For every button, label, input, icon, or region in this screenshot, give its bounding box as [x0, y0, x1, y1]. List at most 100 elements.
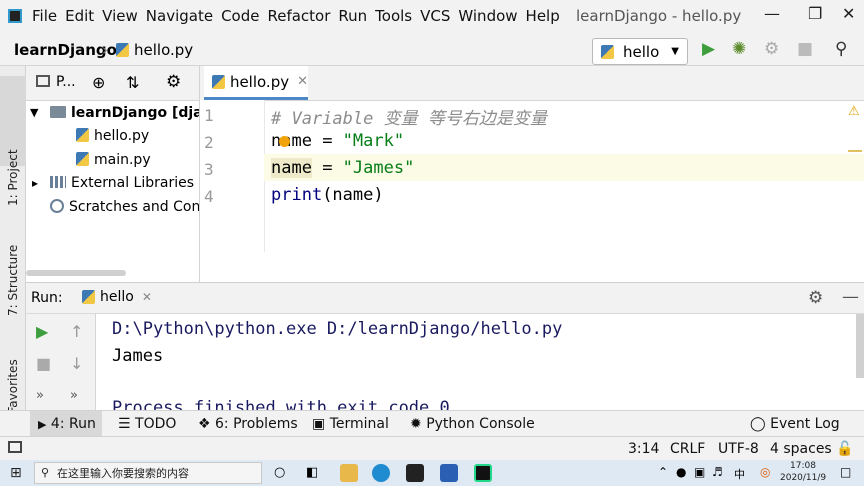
expand-arrow-icon[interactable]: ▼: [30, 106, 38, 119]
menu-edit[interactable]: Edit: [65, 7, 94, 25]
breadcrumb-file[interactable]: hello.py: [116, 41, 193, 59]
run-tab-hello[interactable]: hello ✕: [82, 289, 152, 305]
run-configuration-select[interactable]: hello ▼: [592, 38, 688, 65]
search-placeholder: 在这里输入你要搜索的内容: [57, 467, 189, 480]
scroll-up-icon[interactable]: ↑: [70, 322, 83, 341]
scratches-icon: [50, 199, 64, 213]
close-window-icon[interactable]: ✕: [842, 4, 855, 23]
more-actions-icon[interactable]: »: [70, 388, 78, 403]
hide-panel-icon[interactable]: —: [842, 287, 859, 307]
python-file-icon: [76, 128, 89, 142]
file-encoding[interactable]: UTF-8: [718, 441, 759, 457]
pycharm-taskbar-icon[interactable]: [474, 464, 492, 482]
warning-icon[interactable]: ⚠: [848, 104, 860, 119]
horizontal-scrollbar[interactable]: [26, 270, 126, 276]
tab-run[interactable]: ▶ 4: Run: [38, 416, 96, 432]
tree-item-project-root[interactable]: learnDjango [djang: [50, 105, 199, 121]
caret-position[interactable]: 3:14: [628, 441, 659, 457]
menu-refactor[interactable]: Refactor: [267, 7, 330, 25]
taskbar-search-input[interactable]: ⚲ 在这里输入你要搜索的内容: [34, 462, 262, 484]
line-separator[interactable]: CRLF: [670, 441, 705, 457]
tree-item-main-py[interactable]: main.py: [76, 152, 151, 168]
cortana-icon[interactable]: ○: [274, 465, 285, 480]
lock-icon[interactable]: 🔓: [836, 441, 853, 457]
code-line-3[interactable]: name = "James": [271, 158, 414, 178]
close-run-tab-icon[interactable]: ✕: [142, 290, 152, 304]
tray-chevron-icon[interactable]: ⌃: [658, 465, 668, 479]
python-icon: [82, 290, 95, 304]
console-scrollbar[interactable]: [856, 314, 864, 378]
pycharm-logo-icon: [8, 9, 22, 23]
menu-code[interactable]: Code: [221, 7, 259, 25]
project-tool-label[interactable]: 1: Project: [6, 149, 20, 206]
task-view-icon[interactable]: ◧: [306, 465, 318, 480]
tab-hello-py[interactable]: hello.py ✕: [204, 66, 308, 100]
tray-s-icon[interactable]: ◎: [760, 465, 770, 479]
code-line-4[interactable]: print(name): [271, 185, 384, 205]
menu-run[interactable]: Run: [338, 7, 367, 25]
menu-window[interactable]: Window: [458, 7, 517, 25]
ime-icon[interactable]: 中: [734, 466, 745, 482]
menu-file[interactable]: File: [32, 7, 57, 25]
debug-icon[interactable]: ✺: [732, 39, 746, 59]
code-line-2[interactable]: name = "Mark": [271, 131, 404, 151]
tab-problems[interactable]: ❖ 6: Problems: [198, 416, 298, 432]
tree-item-hello-py[interactable]: hello.py: [76, 128, 149, 144]
menu-vcs[interactable]: VCS: [420, 7, 450, 25]
project-view-select[interactable]: P...: [56, 74, 76, 90]
breadcrumb-separator-icon: ›: [102, 41, 108, 59]
code-line-1[interactable]: # Variable 变量 等号右边是变量: [271, 104, 547, 129]
taskbar-date[interactable]: 2020/11/9: [780, 473, 826, 483]
folder-icon: [50, 106, 66, 118]
tray-app-icon[interactable]: ●: [676, 465, 686, 479]
menu-help[interactable]: Help: [526, 7, 560, 25]
tab-event-log[interactable]: ◯ Event Log: [750, 416, 840, 432]
file-explorer-icon[interactable]: [340, 464, 358, 482]
intention-bulb-icon[interactable]: [279, 136, 290, 147]
recorder-app-icon[interactable]: [406, 464, 424, 482]
indent-setting[interactable]: 4 spaces: [770, 441, 832, 457]
close-tab-icon[interactable]: ✕: [297, 74, 308, 89]
run-icon[interactable]: ▶: [702, 39, 715, 59]
search-icon[interactable]: ⚲: [835, 39, 847, 59]
expand-arrow-icon[interactable]: ▸: [32, 176, 38, 190]
taskbar-time[interactable]: 17:08: [790, 461, 816, 471]
locate-icon[interactable]: ⊕: [92, 73, 105, 92]
tree-item-external-libraries[interactable]: External Libraries: [50, 175, 194, 191]
stop-icon[interactable]: ■: [797, 39, 813, 59]
more-actions-icon[interactable]: »: [36, 388, 44, 403]
coverage-icon[interactable]: ⚙: [764, 39, 779, 59]
rerun-icon[interactable]: ▶: [36, 322, 48, 341]
problems-icon: ❖: [198, 416, 211, 432]
word-icon[interactable]: [440, 464, 458, 482]
editor-area: hello.py ✕ 1 2 3 4 # Variable 变量 等号右边是变量…: [200, 66, 864, 282]
edge-browser-icon[interactable]: [372, 464, 390, 482]
restore-icon[interactable]: ❐: [808, 4, 822, 23]
tab-python-console[interactable]: ✹ Python Console: [410, 416, 535, 432]
settings-gear-icon[interactable]: ⚙: [166, 72, 181, 92]
windows-start-icon[interactable]: ⊞: [10, 465, 22, 481]
volume-icon[interactable]: ♬: [712, 465, 723, 479]
menu-tools[interactable]: Tools: [375, 7, 412, 25]
tab-terminal[interactable]: ▣ Terminal: [312, 416, 389, 432]
minimize-icon[interactable]: —: [764, 4, 780, 23]
collapse-all-icon[interactable]: ⇅: [126, 73, 139, 92]
menu-navigate[interactable]: Navigate: [146, 7, 213, 25]
menu-view[interactable]: View: [102, 7, 138, 25]
list-icon: ☰: [118, 416, 131, 432]
scroll-down-icon[interactable]: ↓: [70, 354, 83, 373]
console-output[interactable]: D:\Python\python.exe D:/learnDjango/hell…: [96, 314, 864, 410]
run-settings-gear-icon[interactable]: ⚙: [808, 288, 823, 308]
tab-todo[interactable]: ☰ TODO: [118, 416, 176, 432]
structure-tool-label[interactable]: 7: Structure: [6, 245, 20, 316]
stop-run-icon[interactable]: ■: [36, 354, 51, 373]
project-panel-header: P... ⊕ ⇅ ⚙: [26, 66, 199, 101]
play-icon: ▶: [38, 418, 47, 431]
toggle-tool-windows-icon[interactable]: [8, 441, 22, 453]
python-file-icon: [116, 43, 129, 57]
tree-item-scratches[interactable]: Scratches and Cons: [50, 199, 199, 215]
notification-icon[interactable]: □: [840, 465, 851, 479]
library-icon: [50, 176, 66, 188]
run-config-label: hello: [623, 42, 660, 61]
network-icon[interactable]: ▣: [694, 465, 705, 479]
